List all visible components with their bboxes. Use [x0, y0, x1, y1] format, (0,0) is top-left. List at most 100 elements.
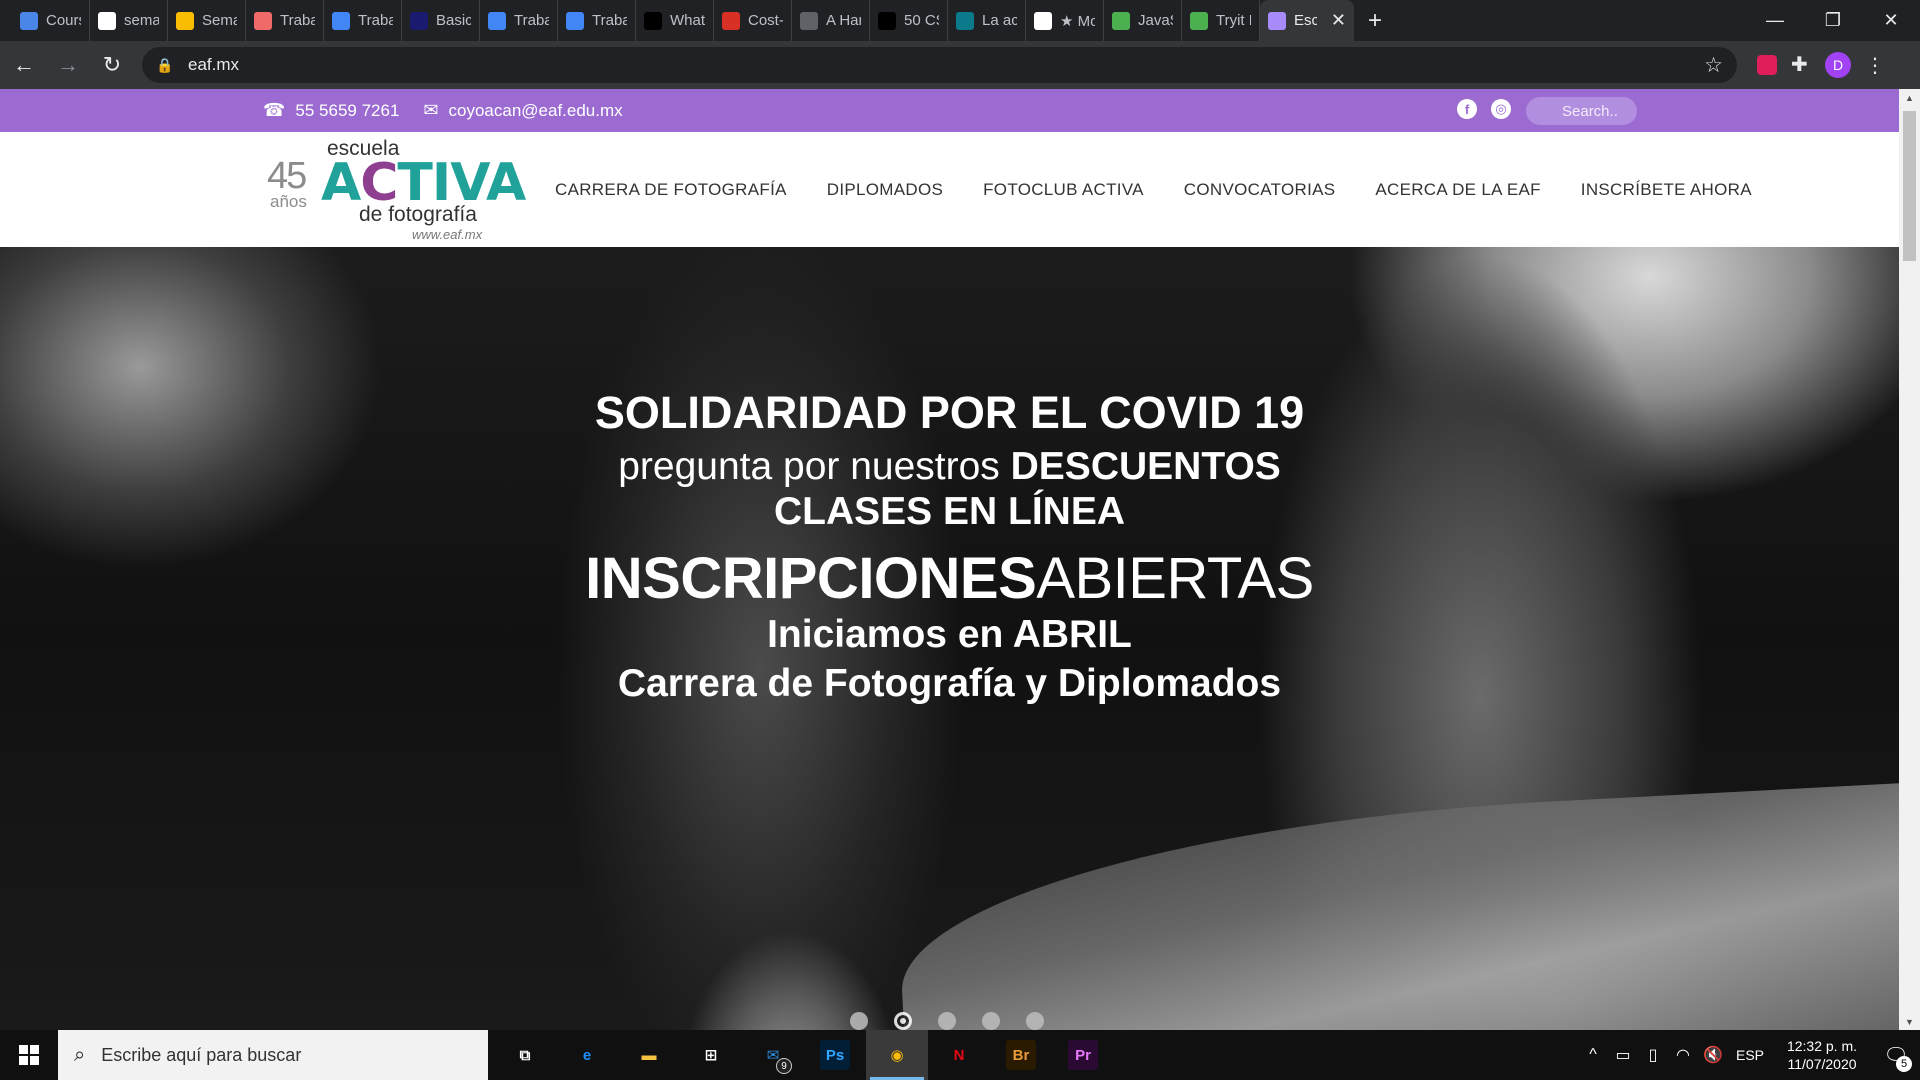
clock-date: 11/07/2020 [1787, 1056, 1857, 1072]
browser-tab[interactable]: Trabajo [246, 0, 324, 41]
taskbar-search[interactable]: ⌕ Escribe aquí para buscar [58, 1030, 488, 1080]
browser-tab[interactable]: Trabajo [324, 0, 402, 41]
browser-tab[interactable]: Tryit Ed [1182, 0, 1260, 41]
tab-strip: Course seman Seman Trabajo Trabajo Basic C Tra… [0, 0, 1396, 41]
file-explorer-taskbar-button[interactable]: ▬ [618, 1030, 680, 1080]
extensions-area: ✚ D ⋮ [1757, 52, 1885, 78]
kebab-menu-icon[interactable]: ⋮ [1865, 53, 1885, 78]
minimize-icon[interactable]: — [1746, 0, 1804, 41]
hero-slider[interactable]: SOLIDARIDAD POR EL COVID 19 pregunta por… [0, 247, 1899, 1030]
browser-tab[interactable]: What i [636, 0, 714, 41]
google-docs-icon [332, 11, 350, 30]
nav-inscribete[interactable]: INSCRÍBETE AHORA [1581, 180, 1752, 200]
slider-dot[interactable] [982, 1012, 1000, 1030]
globe-icon [98, 11, 116, 30]
language-indicator[interactable]: ESP [1728, 1047, 1772, 1063]
site-search-input[interactable]: Search.. [1526, 97, 1637, 125]
nav-acerca[interactable]: ACERCA DE LA EAF [1375, 180, 1540, 200]
tab-title: La acc [982, 12, 1017, 29]
nav-carrera[interactable]: CARRERA DE FOTOGRAFÍA [555, 180, 787, 200]
eaf-logo[interactable]: 45 años escuela ACTIVA de fotografía www… [267, 137, 526, 242]
browser-tab[interactable]: La acc [948, 0, 1026, 41]
photoshop-taskbar-button[interactable]: Ps [804, 1030, 866, 1080]
edge-icon: e [582, 1046, 592, 1064]
hero-photo-detail [893, 778, 1899, 1030]
pocket-extension-icon[interactable] [1757, 55, 1777, 75]
back-icon[interactable]: ← [4, 45, 44, 85]
nav-convocatorias[interactable]: CONVOCATORIAS [1184, 180, 1336, 200]
premiere-taskbar-button[interactable]: Pr [1052, 1030, 1114, 1080]
battery-icon[interactable]: ▯ [1638, 1045, 1668, 1065]
w3schools-icon [1112, 11, 1130, 30]
netflix-taskbar-button[interactable]: N [928, 1030, 990, 1080]
scroll-down-icon[interactable]: ▼ [1899, 1013, 1920, 1030]
reload-icon[interactable]: ↻ [92, 45, 132, 85]
restore-icon[interactable]: ❐ [1804, 0, 1862, 41]
browser-tab[interactable]: 50 CSS [870, 0, 948, 41]
nav-fotoclub[interactable]: FOTOCLUB ACTIVA [983, 180, 1144, 200]
slider-dot[interactable] [1026, 1012, 1044, 1030]
chevron-up-icon[interactable]: ^ [1578, 1046, 1608, 1064]
lock-icon[interactable]: 🔒 [156, 57, 176, 74]
store-icon: ⊞ [704, 1047, 718, 1064]
task-view-taskbar-button[interactable]: ⧉ [494, 1030, 556, 1080]
forward-icon[interactable]: → [48, 45, 88, 85]
action-center[interactable]: 🗨 5 [1872, 1030, 1920, 1080]
web-page: ☎ 55 5659 7261 ✉ coyoacan@eaf.edu.mx f ◎… [0, 89, 1899, 1030]
browser-tab[interactable]: Esc ✕ [1260, 0, 1354, 41]
store-taskbar-button[interactable]: ⊞ [680, 1030, 742, 1080]
browser-tab[interactable]: ★ Mo [1026, 0, 1104, 41]
scroll-up-icon[interactable]: ▲ [1899, 89, 1920, 106]
phone-contact[interactable]: ☎ 55 5659 7261 [263, 100, 399, 121]
browser-tab[interactable]: Cost-ef [714, 0, 792, 41]
hero-line-clases: CLASES EN LÍNEA [773, 489, 1126, 533]
volume-muted-icon[interactable]: 🔇 [1698, 1045, 1728, 1065]
tab-title: Seman [202, 12, 237, 29]
google-docs-icon [488, 11, 506, 30]
close-tab-icon[interactable]: ✕ [1331, 10, 1346, 31]
file-explorer-icon: ▬ [641, 1046, 657, 1064]
tab-title: JavaSc [1138, 12, 1173, 29]
mail-taskbar-button[interactable]: ✉ 9 [742, 1030, 804, 1080]
slider-dot[interactable] [938, 1012, 956, 1030]
medium-icon [644, 11, 662, 30]
browser-tab[interactable]: Trabajo [558, 0, 636, 41]
bridge-taskbar-button[interactable]: Br [990, 1030, 1052, 1080]
phone-icon: ☎ [263, 100, 286, 120]
infinity-icon [20, 11, 38, 30]
url-input[interactable]: 🔒 eaf.mx ☆ [142, 47, 1737, 83]
notification-count: 5 [1896, 1056, 1912, 1072]
tab-title: Trabajo [280, 12, 315, 29]
browser-tab[interactable]: A Hand [792, 0, 870, 41]
browser-tab[interactable]: Basic C [402, 0, 480, 41]
site-header: 45 años escuela ACTIVA de fotografía www… [0, 132, 1899, 247]
instagram-icon[interactable]: ◎ [1491, 99, 1511, 119]
puzzle-extensions-icon[interactable]: ✚ [1791, 55, 1811, 75]
browser-tab[interactable]: Trabajo [480, 0, 558, 41]
browser-tab[interactable]: seman [90, 0, 168, 41]
scroll-thumb[interactable] [1903, 111, 1916, 261]
hero-line-descuentos: pregunta por nuestros DESCUENTOS [618, 444, 1281, 488]
tab-title: Basic C [436, 12, 471, 29]
hero-line-abril: Iniciamos en ABRIL [767, 613, 1132, 657]
slider-dot[interactable] [850, 1012, 868, 1030]
bookmark-star-icon[interactable]: ☆ [1704, 53, 1723, 78]
browser-tab[interactable]: Course [12, 0, 90, 41]
wifi-icon[interactable]: ◠ [1668, 1045, 1698, 1065]
facebook-icon[interactable]: f [1457, 99, 1477, 119]
email-address: coyoacan@eaf.edu.mx [448, 100, 623, 120]
nav-diplomados[interactable]: DIPLOMADOS [827, 180, 943, 200]
close-window-icon[interactable]: ✕ [1862, 0, 1920, 41]
slider-dot[interactable] [894, 1012, 912, 1030]
start-button[interactable] [0, 1030, 58, 1080]
chrome-taskbar-button[interactable]: ◉ [866, 1030, 928, 1080]
profile-avatar[interactable]: D [1825, 52, 1851, 78]
clock[interactable]: 12:32 p. m. 11/07/2020 [1772, 1037, 1872, 1073]
page-scrollbar[interactable]: ▲ ▼ [1899, 89, 1920, 1030]
browser-tab[interactable]: JavaSc [1104, 0, 1182, 41]
edge-taskbar-button[interactable]: e [556, 1030, 618, 1080]
email-contact[interactable]: ✉ coyoacan@eaf.edu.mx [423, 100, 622, 121]
browser-tab[interactable]: Seman [168, 0, 246, 41]
new-tab-icon[interactable]: + [1354, 0, 1396, 41]
display-icon[interactable]: ▭ [1608, 1045, 1638, 1065]
